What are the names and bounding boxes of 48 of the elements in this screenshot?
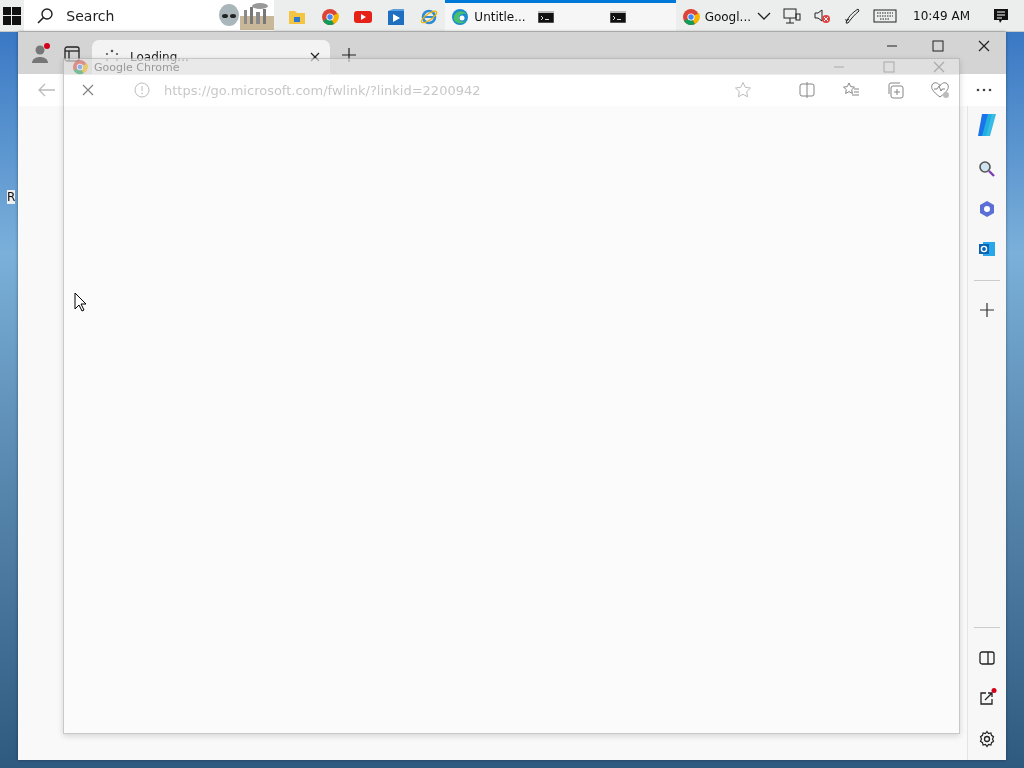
command-prompt-icon (609, 11, 626, 23)
taskbar-app-button[interactable] (603, 0, 676, 31)
chrome-icon (681, 8, 700, 26)
profile-icon[interactable] (30, 42, 52, 64)
search-icon[interactable] (978, 160, 996, 178)
clock[interactable]: 10:49 AM (913, 8, 970, 23)
notification-icon[interactable] (992, 6, 1010, 25)
star-icon[interactable] (734, 81, 752, 99)
network-icon[interactable] (783, 7, 802, 24)
stop-loading-icon[interactable] (82, 84, 94, 96)
more-options-icon[interactable] (976, 88, 992, 92)
maximize-icon[interactable] (932, 40, 944, 52)
close-tab-icon[interactable] (310, 52, 320, 62)
play-icon (353, 10, 372, 24)
info-icon (134, 82, 150, 98)
internet-explorer-icon (419, 8, 438, 26)
taskbar-app-button[interactable]: Googl... (675, 0, 758, 31)
search-icon (36, 6, 55, 25)
command-prompt-icon (537, 11, 554, 23)
folder-icon (287, 9, 306, 25)
collections-icon[interactable] (886, 81, 904, 99)
favorites-icon[interactable] (842, 81, 860, 99)
heart-pulse-icon[interactable] (930, 81, 950, 99)
outlook-icon[interactable] (978, 240, 996, 258)
chrome-icon (320, 8, 339, 26)
mouse-pointer-icon (74, 292, 88, 312)
media-player-icon (386, 8, 405, 26)
search-box[interactable]: Search (24, 0, 275, 31)
sidebar-panel-icon[interactable] (979, 650, 995, 666)
keyboard-icon[interactable] (873, 8, 898, 23)
search-field[interactable]: Search (64, 6, 209, 25)
split-screen-icon[interactable] (798, 81, 816, 99)
chevron-up-icon[interactable] (757, 10, 772, 21)
pen-icon[interactable] (843, 6, 862, 25)
alien-city-drawing (218, 1, 275, 30)
external-link-icon[interactable] (977, 688, 997, 708)
add-icon[interactable] (980, 303, 994, 317)
speaker-muted-icon[interactable] (813, 7, 832, 24)
new-tab-icon[interactable] (342, 48, 356, 62)
taskbar-app-button[interactable]: Untitle... (445, 0, 532, 31)
settings-icon[interactable] (978, 730, 996, 748)
desktop-icon-label[interactable]: R (7, 190, 16, 204)
windows-logo-icon (3, 6, 22, 25)
chrome-icon (72, 59, 88, 75)
close-icon[interactable] (978, 40, 990, 52)
edge-icon (451, 8, 470, 26)
tab-actions-icon[interactable] (64, 46, 80, 62)
hexagon-logo-icon[interactable] (978, 200, 996, 218)
